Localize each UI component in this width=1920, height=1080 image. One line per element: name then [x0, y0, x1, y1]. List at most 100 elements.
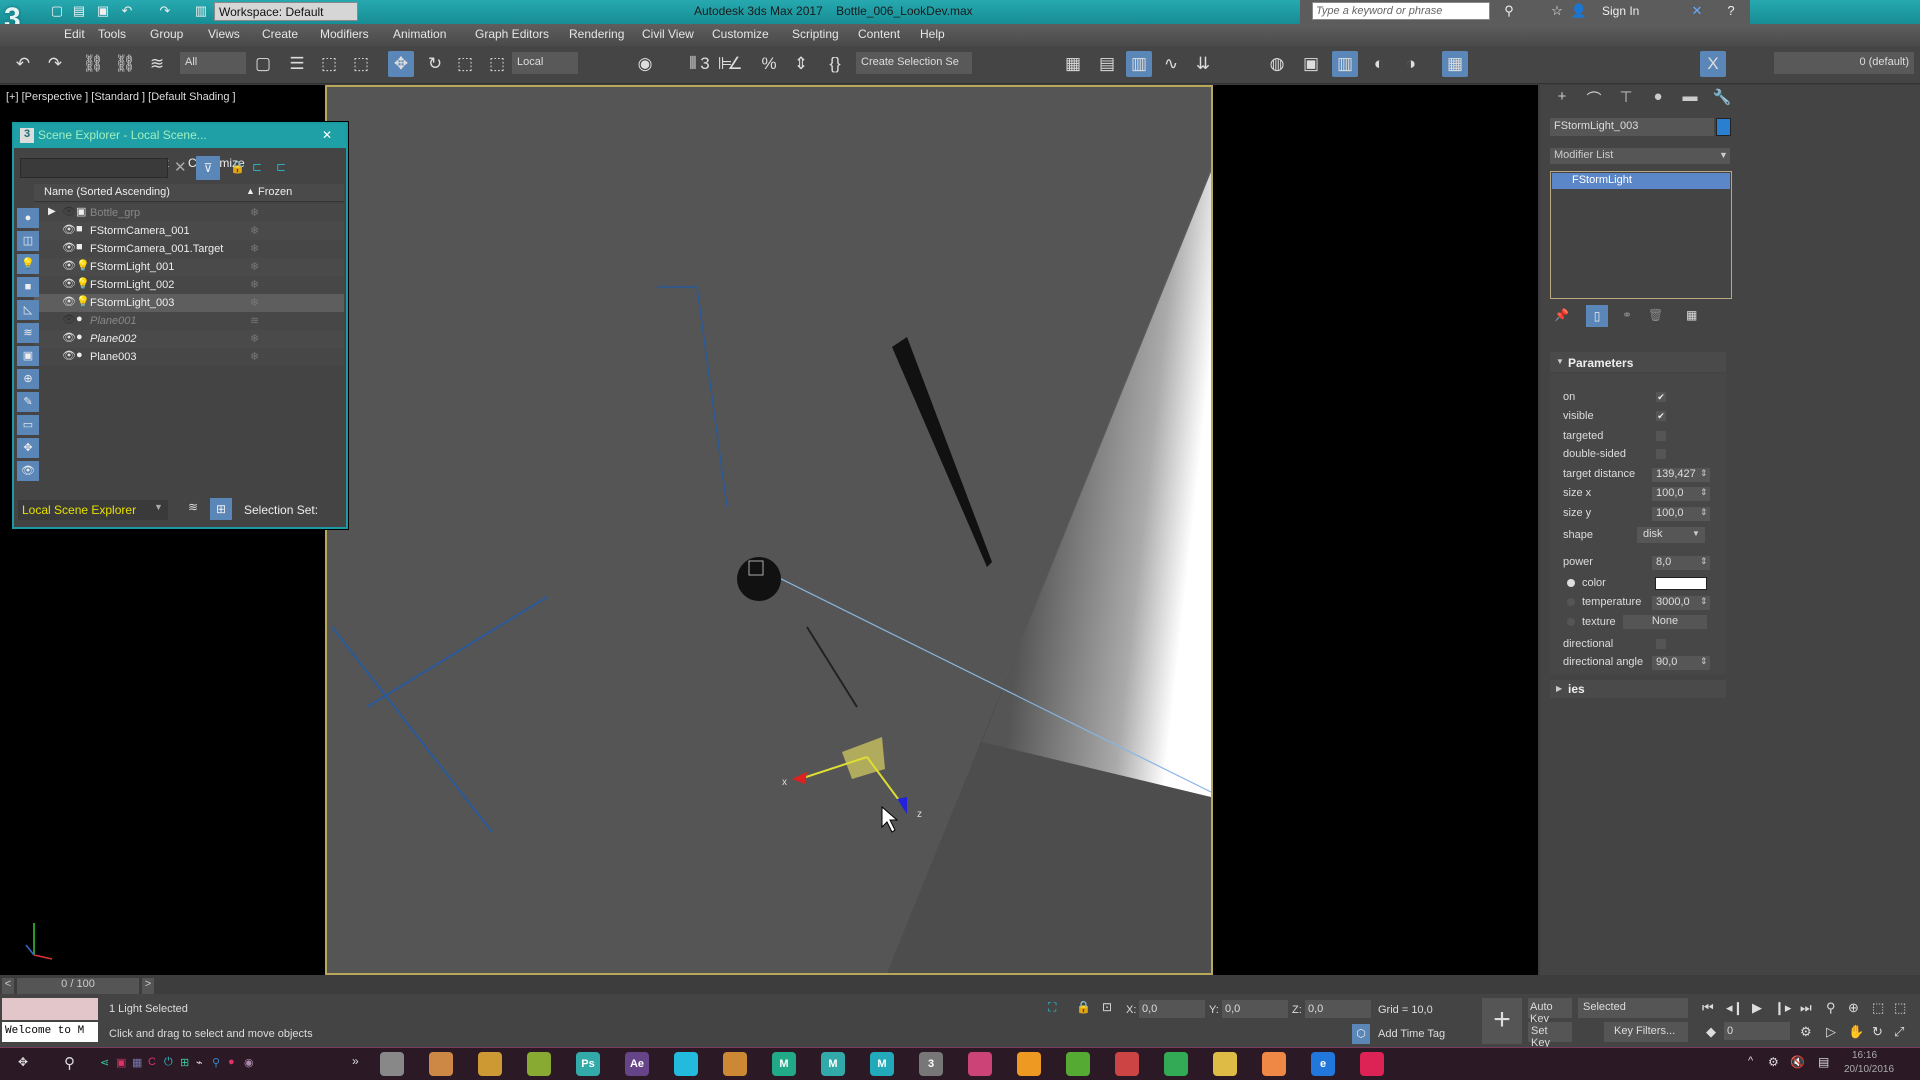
render-setup-icon[interactable]: ▣	[1298, 51, 1324, 77]
taskbar-save-icon[interactable]	[380, 1052, 404, 1076]
spinner-arrows-icon[interactable]: ⇕	[1700, 507, 1708, 518]
menu-group[interactable]: Group	[150, 27, 183, 41]
select-place-icon[interactable]: ⬚	[484, 51, 510, 77]
sign-in-button[interactable]: Sign In	[1602, 4, 1639, 18]
filter-groups-icon[interactable]: ⊕	[17, 369, 39, 389]
menu-customize[interactable]: Customize	[712, 27, 769, 41]
filter-all-icon[interactable]: ●	[17, 208, 39, 228]
taskbar-corona-icon[interactable]	[527, 1052, 551, 1076]
taskbar-3dsmax-icon[interactable]: 3	[919, 1052, 943, 1076]
pan-icon[interactable]: ✋	[1848, 1024, 1864, 1040]
redo-icon[interactable]: ↷	[42, 51, 68, 77]
prev-frame-button[interactable]: <	[2, 978, 14, 994]
spinner-arrows-icon[interactable]: ⇕	[1700, 596, 1708, 607]
modifier-list-dropdown[interactable]: Modifier List	[1550, 148, 1730, 164]
maximize-viewport-icon[interactable]: ⤢	[1894, 1024, 1904, 1040]
clear-search-icon[interactable]: ✕	[174, 158, 187, 176]
rendered-frame-icon[interactable]: ▥	[1332, 51, 1358, 77]
edit-named-sel-icon[interactable]: {}	[822, 51, 848, 77]
percent-snap-icon[interactable]: %	[756, 51, 782, 77]
select-by-name-icon[interactable]: ☰	[284, 51, 310, 77]
on-checkbox[interactable]: ✔	[1656, 392, 1666, 402]
visible-checkbox[interactable]: ✔	[1656, 411, 1666, 421]
create-tab-icon[interactable]: +	[1550, 88, 1574, 110]
window-crossing-icon[interactable]: ⬚	[348, 51, 374, 77]
filter-xrefs-icon[interactable]: ✎	[17, 392, 39, 412]
object-name[interactable]: FStormCamera_001.Target	[90, 243, 223, 255]
menu-animation[interactable]: Animation	[393, 27, 446, 41]
exchange-icon[interactable]: ✕	[1688, 2, 1706, 20]
menu-content[interactable]: Content	[858, 27, 900, 41]
go-to-end-icon[interactable]: ⏭	[1800, 1000, 1812, 1016]
menu-edit[interactable]: Edit	[64, 27, 85, 41]
project-icon[interactable]: ▥	[192, 2, 210, 20]
object-name[interactable]: Plane003	[90, 351, 137, 363]
taskbar-maya-icon[interactable]: M	[772, 1052, 796, 1076]
link-icon[interactable]: ⛓	[80, 51, 106, 77]
xref-icon[interactable]: X	[1700, 51, 1726, 77]
viewport-label[interactable]: [+] [Perspective ] [Standard ] [Default …	[6, 91, 236, 103]
x-coordinate-field[interactable]: 0,0	[1139, 1000, 1205, 1018]
undo-icon[interactable]: ↶	[118, 2, 136, 20]
object-name[interactable]: FStormCamera_001	[90, 225, 190, 237]
modify-tab-icon[interactable]: ⌒	[1582, 88, 1606, 110]
visibility-eye-icon[interactable]: 👁	[62, 313, 76, 326]
user-icon[interactable]: 👤	[1570, 2, 1588, 20]
configure-modifier-sets-icon[interactable]: ▦	[1686, 308, 1697, 322]
render-icon[interactable]: ◐	[1366, 51, 1392, 77]
spinner-arrows-icon[interactable]: ⇕	[1700, 556, 1708, 567]
menu-modifiers[interactable]: Modifiers	[320, 27, 369, 41]
start-icon[interactable]: ✥	[18, 1055, 28, 1069]
auto-key-button[interactable]: Auto Key	[1528, 998, 1572, 1025]
layers-icon[interactable]: ≋	[188, 500, 198, 514]
close-icon[interactable]: ✕	[322, 128, 332, 142]
opera-small-icon[interactable]: ●	[228, 1056, 235, 1068]
menu-help[interactable]: Help	[920, 27, 945, 41]
color-swatch[interactable]	[1655, 577, 1707, 590]
hierarchy-view-icon[interactable]: ⊞	[210, 498, 232, 520]
visibility-eye-icon[interactable]: 👁	[62, 349, 76, 362]
save-icon[interactable]: ▣	[94, 2, 112, 20]
overflow-chevron-icon[interactable]: »	[352, 1054, 359, 1068]
directional-checkbox[interactable]	[1656, 639, 1666, 649]
volume-muted-icon[interactable]: 🔇	[1790, 1055, 1805, 1069]
new-file-icon[interactable]: ▢	[48, 2, 66, 20]
key-filters-button[interactable]: Key Filters...	[1604, 1022, 1688, 1042]
gizmo-z-arrow[interactable]	[897, 797, 907, 814]
filter-cameras-icon[interactable]: ◺	[17, 300, 39, 320]
search-app-icon[interactable]: ⚲	[212, 1056, 220, 1069]
temperature-radio[interactable]	[1567, 598, 1575, 606]
redo-icon[interactable]: ↷	[156, 2, 174, 20]
z-coordinate-field[interactable]: 0,0	[1305, 1000, 1371, 1018]
app-icon[interactable]: ▦	[132, 1056, 142, 1069]
frozen-snowflake-icon[interactable]: ❄	[250, 278, 259, 291]
frozen-column-header[interactable]: Frozen	[258, 186, 292, 198]
chevron-down-icon[interactable]: ▼	[154, 502, 163, 512]
light-sphere[interactable]	[737, 557, 781, 601]
filter-lights-icon[interactable]: ■	[17, 277, 39, 297]
rect-select-region-icon[interactable]: ⬚	[316, 51, 342, 77]
gizmo-x-arrow[interactable]	[792, 772, 807, 784]
render-iterative-icon[interactable]: ◑	[1398, 51, 1424, 77]
tray-up-icon[interactable]: ^	[1748, 1055, 1753, 1067]
visibility-eye-icon[interactable]: 👁	[62, 223, 76, 236]
taskbar-photoshop-icon[interactable]: Ps	[576, 1052, 600, 1076]
object-name[interactable]: Bottle_grp	[90, 207, 140, 219]
plug-icon[interactable]: ⌁	[196, 1056, 203, 1069]
motion-tab-icon[interactable]: ●	[1646, 88, 1670, 110]
share-icon[interactable]: ⋖	[100, 1056, 109, 1069]
time-tag-icon[interactable]: ⬡	[1352, 1024, 1370, 1044]
bind-space-warp-icon[interactable]: ≋	[144, 51, 170, 77]
snap-3d-icon[interactable]: 3	[692, 51, 718, 77]
object-name[interactable]: Plane001	[90, 315, 137, 327]
layer-explorer-icon[interactable]: ▤	[1094, 51, 1120, 77]
filter-shapes-icon[interactable]: 💡	[17, 254, 39, 274]
material-editor-icon[interactable]: ◍	[1264, 51, 1290, 77]
unlink-icon[interactable]: ⛓	[112, 51, 138, 77]
zoom-extents-icon[interactable]: ⬚	[1872, 1000, 1884, 1016]
y-coordinate-field[interactable]: 0,0	[1222, 1000, 1288, 1018]
menu-tools[interactable]: Tools	[98, 27, 126, 41]
modifier-stack-item[interactable]: FStormLight	[1552, 173, 1730, 189]
reference-coord-dropdown[interactable]: Local	[512, 52, 578, 74]
double-sided-checkbox[interactable]	[1656, 449, 1666, 459]
